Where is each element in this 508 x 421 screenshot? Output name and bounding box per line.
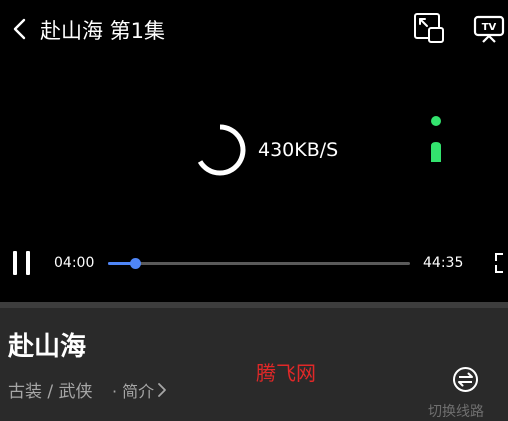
- pause-icon: [13, 251, 30, 275]
- fullscreen-icon: [495, 253, 503, 273]
- back-button[interactable]: [8, 14, 32, 46]
- pause-button[interactable]: [10, 250, 36, 276]
- picture-in-picture-button[interactable]: [412, 12, 446, 46]
- screen-lock-button[interactable]: [426, 112, 446, 166]
- loading-spinner-icon: [192, 122, 248, 178]
- progress-slider[interactable]: [108, 258, 410, 269]
- lock-icon: [431, 116, 441, 162]
- intro-link[interactable]: · 简介: [112, 380, 167, 405]
- chevron-right-icon: [157, 381, 167, 405]
- cast-to-tv-button[interactable]: TV: [472, 12, 506, 46]
- genre-tags: 古装 / 武侠: [8, 382, 93, 402]
- chevron-left-icon: [13, 18, 26, 40]
- picture-in-picture-icon: [414, 13, 444, 43]
- intro-label: · 简介: [112, 382, 155, 401]
- progress-thumb[interactable]: [130, 258, 142, 269]
- video-player[interactable]: 赴山海 第1集 TV 430KB/S 04:00 44:35: [0, 0, 508, 302]
- watermark-text: 腾飞网: [256, 361, 316, 385]
- tv-cast-icon: TV: [473, 15, 505, 43]
- switch-source-icon: [453, 367, 478, 392]
- current-time: 04:00: [54, 255, 95, 271]
- svg-text:TV: TV: [482, 22, 497, 33]
- total-duration: 44:35: [423, 255, 464, 271]
- video-info-panel: 赴山海 古装 / 武侠 · 简介 腾飞网 切换线路: [0, 308, 508, 421]
- switch-source-button[interactable]: [452, 366, 479, 393]
- episode-title: 赴山海 第1集: [40, 19, 166, 43]
- show-title: 赴山海: [8, 332, 87, 362]
- fullscreen-button[interactable]: [494, 252, 508, 274]
- switch-source-label[interactable]: 切换线路: [428, 403, 484, 421]
- download-speed: 430KB/S: [258, 139, 339, 161]
